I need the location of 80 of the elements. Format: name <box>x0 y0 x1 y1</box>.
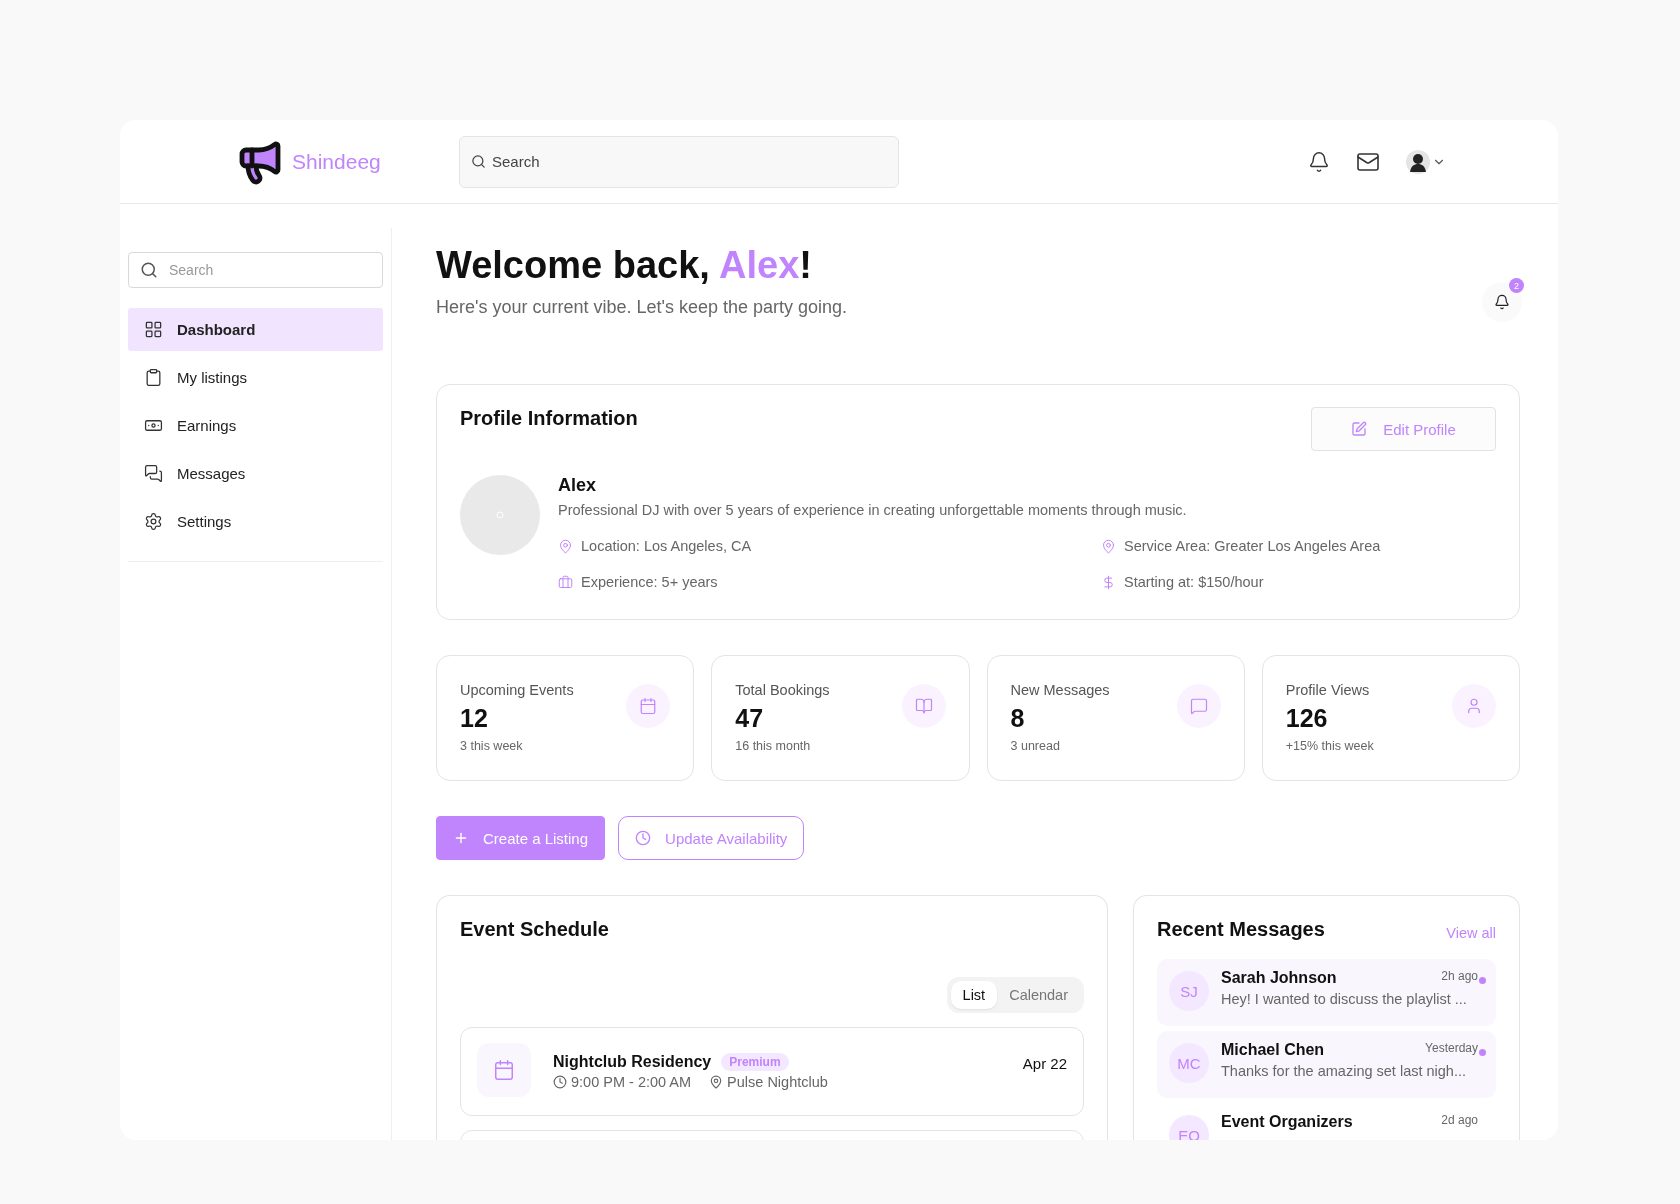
map-pin-icon <box>558 538 573 554</box>
sidebar-item[interactable]: Settings <box>128 500 383 543</box>
view-tab[interactable]: List <box>950 981 998 1009</box>
section-title: Event Schedule <box>460 918 610 941</box>
profile-detail: Experience: 5+ years <box>581 574 718 590</box>
event-date: Apr 22 <box>1022 1054 1067 1072</box>
bell-icon[interactable] <box>1308 150 1330 173</box>
stat-label: New Messages <box>1010 682 1111 698</box>
stat-value: 12 <box>460 704 488 733</box>
sender-name: Sarah Johnson <box>1221 969 1337 987</box>
clock-icon <box>553 1075 567 1089</box>
sender-name: Event Organizers <box>1221 1113 1353 1131</box>
unread-dot <box>1479 977 1486 984</box>
account-button[interactable] <box>1406 149 1446 174</box>
profile-detail: Location: Los Angeles, CA <box>581 538 752 554</box>
stat-label: Upcoming Events <box>460 682 575 698</box>
sidebar-item[interactable]: My listings <box>128 356 383 399</box>
brand-name: Shindeeg <box>292 149 381 174</box>
message-time: 2h ago <box>1441 969 1478 985</box>
message-time: 2d ago <box>1441 1113 1478 1129</box>
calendar-icon <box>639 697 658 715</box>
chat-icon <box>1189 697 1208 715</box>
stat-value: 8 <box>1010 704 1025 733</box>
stat-label: Total Bookings <box>735 682 831 698</box>
profile-detail: Service Area: Greater Los Angeles Area <box>1124 538 1381 554</box>
calendar-icon <box>493 1059 515 1081</box>
sender-name: Michael Chen <box>1221 1041 1325 1059</box>
initials-avatar: EO <box>1169 1115 1209 1140</box>
stat-note: 3 unread <box>1010 739 1061 753</box>
stat-note: 3 this week <box>460 739 524 753</box>
message-preview: Thanks for the amazing set last nigh... <box>1221 1063 1467 1079</box>
profile-detail: Starting at: $150/hour <box>1124 574 1264 590</box>
sidebar-item[interactable]: Earnings <box>128 404 383 447</box>
message-item[interactable]: EO Event Organizers 2d ago <box>1157 1103 1496 1140</box>
briefcase-icon <box>558 574 573 590</box>
stat-note: 16 this month <box>735 739 812 753</box>
initials-avatar: SJ <box>1169 971 1209 1011</box>
clock-icon <box>635 830 652 846</box>
settings-icon <box>144 512 163 531</box>
search-icon <box>471 154 486 169</box>
map-pin-icon <box>1101 538 1116 554</box>
message-time: Yesterday <box>1425 1041 1478 1057</box>
stat-value: 47 <box>735 704 764 733</box>
initials-avatar: MC <box>1169 1043 1209 1083</box>
grid-icon <box>144 320 163 339</box>
chat-icon <box>144 464 163 483</box>
edit-icon <box>1351 421 1368 437</box>
avatar-icon <box>1406 149 1430 174</box>
message-preview: Hey! I wanted to discuss the playlist ... <box>1221 991 1468 1007</box>
event-title: Nightclub Residency <box>553 1053 712 1071</box>
dollar-icon <box>1101 574 1116 590</box>
map-pin-icon <box>709 1075 724 1089</box>
section-title: Profile Information <box>460 407 638 430</box>
welcome-title: Welcome back, Alex! <box>436 244 813 287</box>
bell-icon <box>1494 294 1510 310</box>
section-title: Recent Messages <box>1157 918 1325 941</box>
clipboard-icon <box>144 368 163 387</box>
view-tab[interactable]: Calendar <box>997 981 1080 1009</box>
search-icon <box>140 261 158 279</box>
search-field[interactable]: Search <box>459 135 899 188</box>
event-time: 9:00 PM - 2:00 AM <box>571 1074 692 1090</box>
user-icon <box>1465 697 1483 715</box>
stat-label: Profile Views <box>1285 682 1371 698</box>
event-venue: Pulse Nightclub <box>727 1074 828 1090</box>
event-tag: Premium <box>721 1053 789 1071</box>
plus-icon <box>453 830 469 846</box>
sidebar-item[interactable]: Messages <box>128 452 383 495</box>
sidebar-search-field[interactable]: Search <box>128 252 383 288</box>
stat-value: 126 <box>1285 704 1328 733</box>
message-item[interactable]: MC Michael Chen Yesterday Thanks for the amazing set last nigh... <box>1157 1031 1496 1098</box>
event-card[interactable]: Nightclub Residency Premium 9:00 PM - 2:00 AM Pulse Nightclub Apr 22 <box>460 1027 1084 1116</box>
book-icon <box>914 697 933 715</box>
stat-note: +15% this week <box>1285 739 1375 753</box>
unread-dot <box>1479 1049 1486 1056</box>
message-item[interactable]: SJ Sarah Johnson 2h ago Hey! I wanted to discuss the playlist ... <box>1157 959 1496 1026</box>
welcome-subtitle: Here's your current vibe. Let's keep the party going. <box>436 297 848 318</box>
profile-name: Alex <box>558 475 598 496</box>
notification-count: 2 <box>1509 278 1524 293</box>
sidebar-item[interactable]: Dashboard <box>128 308 383 351</box>
profile-bio: Professional DJ with over 5 years of experience in creating unforgettable moments through music. <box>558 502 1188 518</box>
